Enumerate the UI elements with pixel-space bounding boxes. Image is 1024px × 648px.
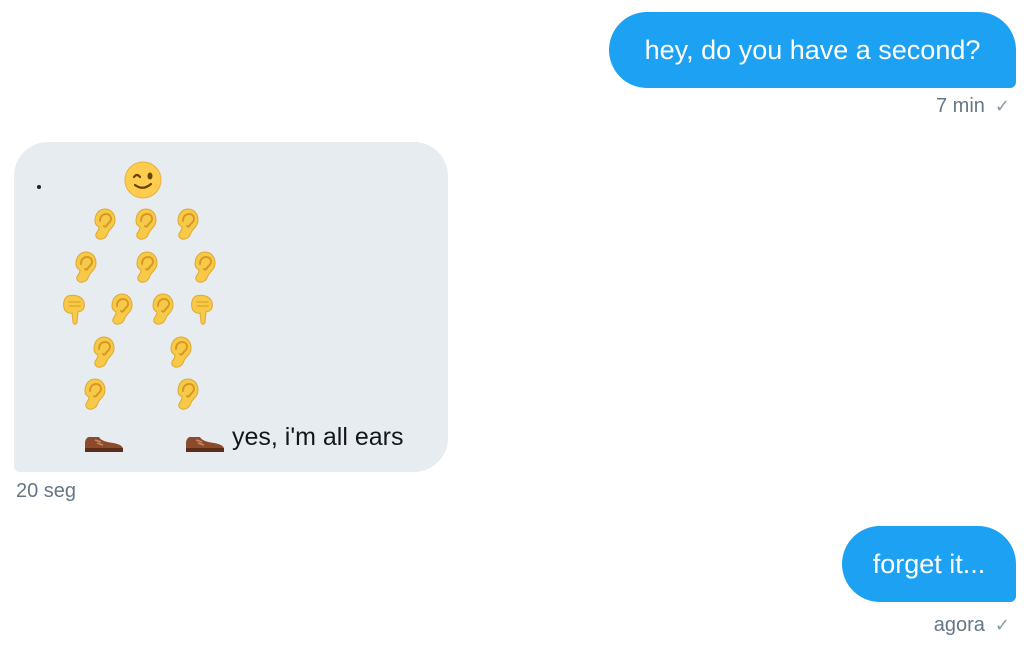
ear-emoji-icon [190, 250, 218, 284]
ear-emoji-icon [166, 335, 194, 369]
ear-emoji-icon [132, 250, 160, 284]
ear-emoji-icon [173, 207, 201, 241]
ear-emoji-icon [173, 377, 201, 411]
shoe-emoji-icon [184, 433, 226, 453]
sent-message-bubble[interactable]: forget it... [842, 526, 1016, 602]
message-meta: agora ✓ [934, 614, 1010, 637]
sent-message-bubble[interactable]: hey, do you have a second? [609, 12, 1016, 88]
hand-emoji-icon [60, 292, 88, 326]
shoe-emoji-icon [83, 433, 125, 453]
message-timestamp: 7 min [936, 95, 985, 117]
winking-face-emoji-icon [124, 161, 162, 199]
ear-emoji-icon [148, 292, 176, 326]
ear-emoji-icon [131, 207, 159, 241]
checkmark-icon: ✓ [994, 96, 1010, 117]
checkmark-icon: ✓ [994, 615, 1010, 636]
message-meta: 20 seg [16, 480, 76, 503]
message-text: forget it... [872, 548, 986, 579]
ear-emoji-icon [89, 335, 117, 369]
dot-character [37, 185, 41, 189]
ear-emoji-icon [90, 207, 118, 241]
message-meta: 7 min ✓ [936, 95, 1010, 118]
message-timestamp: 20 seg [16, 480, 77, 502]
message-text: yes, i'm all ears [232, 423, 404, 451]
ear-emoji-icon [71, 250, 99, 284]
hand-emoji-icon [188, 292, 216, 326]
message-text: hey, do you have a second? [644, 34, 981, 65]
message-timestamp: agora [933, 614, 985, 636]
ear-emoji-icon [107, 292, 135, 326]
ear-emoji-icon [80, 377, 108, 411]
